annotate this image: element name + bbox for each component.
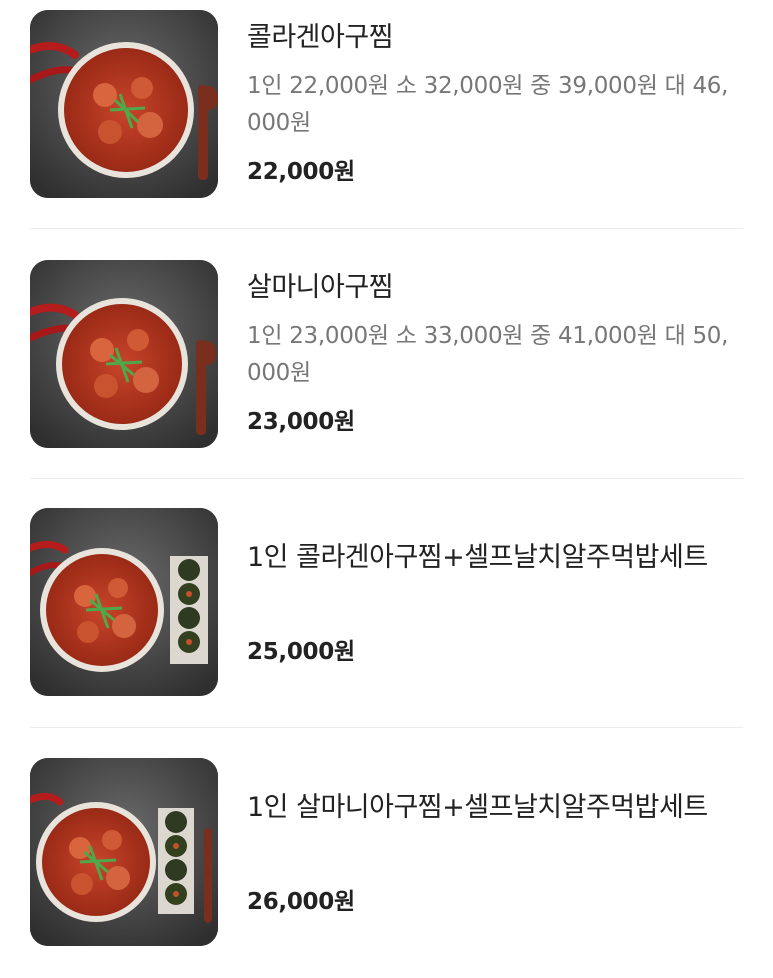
menu-item-image[interactable] [30, 10, 218, 198]
divider [30, 727, 743, 728]
menu-item-price: 23,000원 [247, 409, 355, 435]
menu-item-image[interactable] [30, 508, 218, 696]
divider [30, 228, 743, 229]
divider [30, 478, 743, 479]
menu-item-price: 22,000원 [247, 159, 355, 185]
monkfish-set-with-riceballs-photo-icon [30, 758, 218, 946]
menu-item-salmania-monkfish-set[interactable]: 1인 살마니아구찜+셀프날치알주먹밥세트 26,000원 [0, 748, 773, 978]
menu-item-image[interactable] [30, 758, 218, 946]
braised-monkfish-photo-icon [30, 10, 218, 198]
menu-item-image[interactable] [30, 260, 218, 448]
braised-monkfish-photo-icon [30, 260, 218, 448]
menu-item-title[interactable]: 콜라겐아구찜 [247, 20, 394, 56]
menu-item-description: 1인 22,000원 소 32,000원 중 39,000원 대 46,000원 [247, 73, 729, 136]
menu-item-price: 26,000원 [247, 889, 355, 915]
monkfish-set-with-riceballs-photo-icon [30, 508, 218, 696]
menu-item-description: 1인 23,000원 소 33,000원 중 41,000원 대 50,000원 [247, 323, 729, 386]
menu-list: 콜라겐아구찜 1인 22,000원 소 32,000원 중 39,000원 대 … [0, 0, 773, 965]
menu-item-salmania-monkfish[interactable]: 살마니아구찜 1인 23,000원 소 33,000원 중 41,000원 대 … [0, 250, 773, 480]
menu-item-title[interactable]: 1인 살마니아구찜+셀프날치알주먹밥세트 [247, 786, 737, 830]
menu-item-title[interactable]: 1인 콜라겐아구찜+셀프날치알주먹밥세트 [247, 536, 737, 580]
menu-item-collagen-monkfish[interactable]: 콜라겐아구찜 1인 22,000원 소 32,000원 중 39,000원 대 … [0, 0, 773, 230]
menu-item-collagen-monkfish-set[interactable]: 1인 콜라겐아구찜+셀프날치알주먹밥세트 25,000원 [0, 498, 773, 728]
menu-item-title[interactable]: 살마니아구찜 [247, 270, 394, 306]
menu-item-price: 25,000원 [247, 639, 355, 665]
